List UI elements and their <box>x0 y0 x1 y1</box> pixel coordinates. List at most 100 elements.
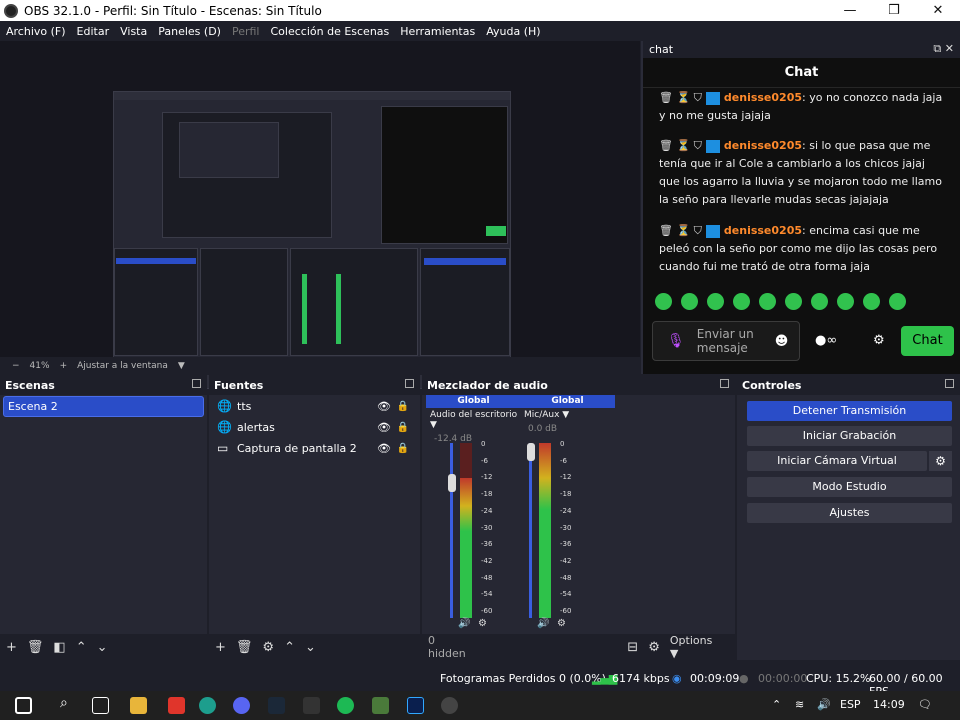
move-down-icon[interactable]: ⌄ <box>305 640 316 655</box>
minimize-button[interactable]: — <box>828 0 872 21</box>
steam-icon[interactable] <box>268 697 285 714</box>
gear-icon[interactable]: ⚙ <box>873 333 885 348</box>
lock-icon[interactable]: 🔒 <box>397 422 409 433</box>
spotify-icon[interactable] <box>337 697 354 714</box>
speaker-icon[interactable]: 🔊 <box>537 618 549 629</box>
gear-icon[interactable]: ⚙ <box>262 640 274 655</box>
epic-games-icon[interactable] <box>303 697 320 714</box>
minecraft-icon[interactable] <box>372 697 389 714</box>
menu-ayuda[interactable]: Ayuda (H) <box>486 25 540 38</box>
obs-taskbar-icon[interactable] <box>441 697 458 714</box>
source-item[interactable]: ▭ Captura de pantalla 2 👁 🔒 <box>217 439 417 457</box>
chevron-up-icon[interactable]: ⌃ <box>772 698 781 711</box>
task-view-icon[interactable] <box>92 697 109 714</box>
filter-icon[interactable]: ◧ <box>53 640 65 655</box>
menu-coleccion-escenas[interactable]: Colección de Escenas <box>271 25 390 38</box>
undock-icon[interactable] <box>720 379 729 388</box>
layout-icon[interactable]: ⊟ <box>627 640 638 655</box>
emote-icon[interactable] <box>655 293 672 310</box>
clock[interactable]: 14:09 <box>873 698 905 711</box>
source-item[interactable]: 🌐 tts 👁 🔒 <box>217 397 417 415</box>
volume-slider-track[interactable] <box>529 443 532 618</box>
scene-item[interactable]: Escena 2 <box>3 396 204 417</box>
brave-icon[interactable] <box>168 697 185 714</box>
close-icon[interactable]: ⧉ ✕ <box>933 42 954 56</box>
start-recording-button[interactable]: Iniciar Grabación <box>747 426 952 446</box>
zoom-out-button[interactable]: − <box>12 361 20 371</box>
undock-icon[interactable] <box>192 379 201 388</box>
file-explorer-icon[interactable] <box>130 697 147 714</box>
channel-name[interactable]: Mic/Aux ▼ <box>520 410 615 420</box>
photoshop-icon[interactable] <box>407 697 424 714</box>
move-down-icon[interactable]: ⌄ <box>97 640 108 655</box>
menu-herramientas[interactable]: Herramientas <box>400 25 475 38</box>
edge-icon[interactable] <box>199 697 216 714</box>
eye-icon[interactable]: 👁 <box>377 421 391 434</box>
chat-username[interactable]: denisse0205 <box>724 139 802 152</box>
discord-icon[interactable] <box>233 697 250 714</box>
eye-icon[interactable]: 👁 <box>377 442 391 455</box>
add-icon[interactable]: + <box>6 640 17 655</box>
wifi-icon[interactable]: ≋ <box>795 698 804 711</box>
emote-icon[interactable] <box>837 293 854 310</box>
settings-button[interactable]: Ajustes <box>747 503 952 523</box>
moderation-icons[interactable]: 🗑 ⏳ ⛉ <box>659 224 702 237</box>
microphone-icon[interactable]: 🎙 <box>667 333 685 349</box>
chat-send-button[interactable]: Chat <box>901 326 954 356</box>
move-up-icon[interactable]: ⌃ <box>284 640 295 655</box>
volume-icon[interactable]: 🔊 <box>817 698 831 711</box>
menu-archivo[interactable]: Archivo (F) <box>6 25 66 38</box>
chevron-down-icon[interactable]: ▼ <box>178 361 185 371</box>
emote-icon[interactable] <box>811 293 828 310</box>
move-up-icon[interactable]: ⌃ <box>76 640 87 655</box>
emote-icon[interactable] <box>889 293 906 310</box>
points-icon[interactable]: ●∞ <box>815 333 837 348</box>
channel-name[interactable]: Audio del escritorio ▼ <box>426 410 521 430</box>
emote-icon[interactable] <box>863 293 880 310</box>
search-icon[interactable]: ⌕ <box>60 695 68 711</box>
emote-icon[interactable] <box>681 293 698 310</box>
chat-input[interactable]: 🎙 Enviar un mensaje ☻ <box>652 321 800 361</box>
source-item[interactable]: 🌐 alertas 👁 🔒 <box>217 418 417 436</box>
advanced-audio-icon[interactable]: ⚙ <box>648 640 660 655</box>
lock-icon[interactable]: 🔒 <box>397 443 409 454</box>
settings-icon[interactable]: ⚙ <box>557 618 566 629</box>
settings-icon[interactable]: ⚙ <box>478 618 487 629</box>
options-button[interactable]: Options ▼ <box>670 634 725 660</box>
volume-slider-handle[interactable] <box>448 474 456 492</box>
add-icon[interactable]: + <box>215 640 226 655</box>
undock-icon[interactable] <box>945 379 954 388</box>
restore-button[interactable]: ❒ <box>872 0 916 21</box>
moderation-icons[interactable]: 🗑 ⏳ ⛉ <box>659 91 702 104</box>
eye-icon[interactable]: 👁 <box>377 400 391 413</box>
trash-icon[interactable]: 🗑 <box>236 640 253 655</box>
undock-icon[interactable] <box>405 379 414 388</box>
stop-streaming-button[interactable]: Detener Transmisión <box>747 401 952 421</box>
notifications-icon[interactable]: 🗨 <box>918 698 932 711</box>
start-icon[interactable] <box>15 697 32 714</box>
hidden-count[interactable]: 0 hidden <box>428 634 469 660</box>
emoji-icon[interactable]: ☻ <box>775 334 789 349</box>
language-indicator[interactable]: ESP <box>840 698 861 711</box>
emote-icon[interactable] <box>733 293 750 310</box>
menu-perfil[interactable]: Perfil <box>232 25 260 38</box>
chat-username[interactable]: denisse0205 <box>724 91 802 104</box>
trash-icon[interactable]: 🗑 <box>27 640 44 655</box>
emote-icon[interactable] <box>707 293 724 310</box>
fit-window-button[interactable]: Ajustar a la ventana <box>77 361 168 371</box>
speaker-icon[interactable]: 🔊 <box>458 618 470 629</box>
close-button[interactable]: ✕ <box>916 0 960 21</box>
emote-icon[interactable] <box>759 293 776 310</box>
lock-icon[interactable]: 🔒 <box>397 401 409 412</box>
moderation-icons[interactable]: 🗑 ⏳ ⛉ <box>659 139 702 152</box>
chat-username[interactable]: denisse0205 <box>724 224 802 237</box>
volume-slider-track[interactable] <box>450 443 453 618</box>
preview-area[interactable] <box>0 41 640 389</box>
zoom-in-button[interactable]: + <box>60 361 68 371</box>
gear-icon[interactable]: ⚙ <box>929 451 952 471</box>
volume-slider-handle[interactable] <box>527 443 535 461</box>
menu-vista[interactable]: Vista <box>120 25 147 38</box>
menu-paneles[interactable]: Paneles (D) <box>158 25 221 38</box>
menu-editar[interactable]: Editar <box>77 25 110 38</box>
studio-mode-button[interactable]: Modo Estudio <box>747 477 952 497</box>
